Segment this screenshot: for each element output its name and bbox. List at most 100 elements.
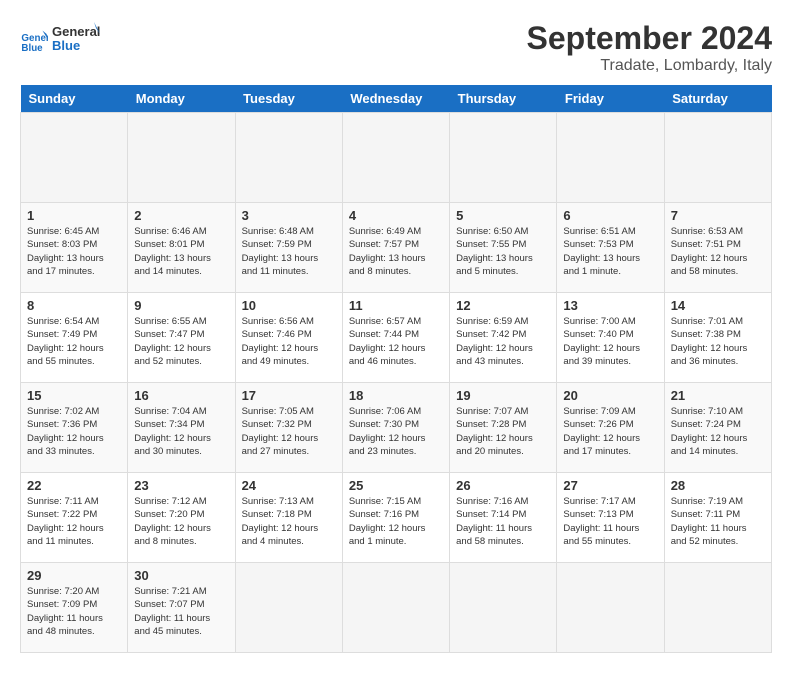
day-info: Sunrise: 6:51 AMSunset: 7:53 PMDaylight:… bbox=[563, 225, 657, 278]
table-row: 12Sunrise: 6:59 AMSunset: 7:42 PMDayligh… bbox=[450, 293, 557, 383]
day-info: Sunrise: 7:00 AMSunset: 7:40 PMDaylight:… bbox=[563, 315, 657, 368]
day-info: Sunrise: 7:05 AMSunset: 7:32 PMDaylight:… bbox=[242, 405, 336, 458]
table-row: 20 Sunrise: 7:09 AMSunset: 7:26 PMDayligh… bbox=[557, 383, 664, 473]
table-row bbox=[128, 113, 235, 203]
table-row: 8Sunrise: 6:54 AMSunset: 7:49 PMDaylight… bbox=[21, 293, 128, 383]
table-row: 30Sunrise: 7:21 AMSunset: 7:07 PMDayligh… bbox=[128, 563, 235, 653]
day-number: 20 bbox=[563, 388, 657, 403]
col-sunday: Sunday bbox=[21, 85, 128, 113]
day-number: 15 bbox=[27, 388, 121, 403]
day-info: Sunrise: 7:01 AMSunset: 7:38 PMDaylight:… bbox=[671, 315, 765, 368]
col-wednesday: Wednesday bbox=[342, 85, 449, 113]
day-info: Sunrise: 7:10 AMSunset: 7:24 PMDaylight:… bbox=[671, 405, 765, 458]
table-row bbox=[342, 563, 449, 653]
table-row bbox=[450, 563, 557, 653]
day-number: 18 bbox=[349, 388, 443, 403]
day-info: Sunrise: 7:16 AMSunset: 7:14 PMDaylight:… bbox=[456, 495, 550, 548]
day-number: 1 bbox=[27, 208, 121, 223]
table-row bbox=[557, 113, 664, 203]
logo-svg: General Blue bbox=[52, 20, 100, 62]
day-info: Sunrise: 7:19 AMSunset: 7:11 PMDaylight:… bbox=[671, 495, 765, 548]
day-number: 28 bbox=[671, 478, 765, 493]
calendar-row: 22Sunrise: 7:11 AMSunset: 7:22 PMDayligh… bbox=[21, 473, 772, 563]
day-info: Sunrise: 6:56 AMSunset: 7:46 PMDaylight:… bbox=[242, 315, 336, 368]
day-number: 17 bbox=[242, 388, 336, 403]
table-row: 27Sunrise: 7:17 AMSunset: 7:13 PMDayligh… bbox=[557, 473, 664, 563]
table-row bbox=[235, 113, 342, 203]
day-number: 25 bbox=[349, 478, 443, 493]
table-row bbox=[235, 563, 342, 653]
day-number: 10 bbox=[242, 298, 336, 313]
table-row bbox=[21, 113, 128, 203]
table-row: 25 Sunrise: 7:15 AMSunset: 7:16 PMDayligh… bbox=[342, 473, 449, 563]
location-title: Tradate, Lombardy, Italy bbox=[527, 57, 772, 75]
table-row: 16 Sunrise: 7:04 AMSunset: 7:34 PMDayligh… bbox=[128, 383, 235, 473]
day-info: Sunrise: 6:50 AMSunset: 7:55 PMDaylight:… bbox=[456, 225, 550, 278]
day-number: 22 bbox=[27, 478, 121, 493]
table-row: 4 Sunrise: 6:49 AMSunset: 7:57 PMDaylight… bbox=[342, 203, 449, 293]
day-number: 5 bbox=[456, 208, 550, 223]
svg-text:General: General bbox=[52, 24, 100, 39]
day-info: Sunrise: 7:09 AMSunset: 7:26 PMDaylight:… bbox=[563, 405, 657, 458]
logo: General Blue General Blue bbox=[20, 20, 100, 62]
header: General Blue General Blue September 2024… bbox=[20, 20, 772, 75]
day-number: 29 bbox=[27, 568, 121, 583]
day-number: 3 bbox=[242, 208, 336, 223]
title-section: September 2024 Tradate, Lombardy, Italy bbox=[527, 20, 772, 75]
day-info: Sunrise: 6:46 AMSunset: 8:01 PMDaylight:… bbox=[134, 225, 228, 278]
calendar-row: 29Sunrise: 7:20 AMSunset: 7:09 PMDayligh… bbox=[21, 563, 772, 653]
day-info: Sunrise: 6:45 AMSunset: 8:03 PMDaylight:… bbox=[27, 225, 121, 278]
svg-text:Blue: Blue bbox=[21, 43, 43, 54]
calendar-row: 15 Sunrise: 7:02 AMSunset: 7:36 PMDayligh… bbox=[21, 383, 772, 473]
calendar-row bbox=[21, 113, 772, 203]
day-number: 14 bbox=[671, 298, 765, 313]
table-row: 11Sunrise: 6:57 AMSunset: 7:44 PMDayligh… bbox=[342, 293, 449, 383]
col-saturday: Saturday bbox=[664, 85, 771, 113]
col-monday: Monday bbox=[128, 85, 235, 113]
logo-icon: General Blue bbox=[20, 27, 48, 55]
day-info: Sunrise: 7:07 AMSunset: 7:28 PMDaylight:… bbox=[456, 405, 550, 458]
day-number: 24 bbox=[242, 478, 336, 493]
table-row: 24 Sunrise: 7:13 AMSunset: 7:18 PMDayligh… bbox=[235, 473, 342, 563]
table-row: 18 Sunrise: 7:06 AMSunset: 7:30 PMDayligh… bbox=[342, 383, 449, 473]
day-number: 8 bbox=[27, 298, 121, 313]
table-row: 26 Sunrise: 7:16 AMSunset: 7:14 PMDayligh… bbox=[450, 473, 557, 563]
table-row bbox=[664, 113, 771, 203]
day-info: Sunrise: 6:57 AMSunset: 7:44 PMDaylight:… bbox=[349, 315, 443, 368]
calendar-table: Sunday Monday Tuesday Wednesday Thursday… bbox=[20, 85, 772, 653]
day-info: Sunrise: 7:04 AMSunset: 7:34 PMDaylight:… bbox=[134, 405, 228, 458]
table-row: 21Sunrise: 7:10 AMSunset: 7:24 PMDayligh… bbox=[664, 383, 771, 473]
table-row bbox=[450, 113, 557, 203]
day-info: Sunrise: 7:15 AMSunset: 7:16 PMDaylight:… bbox=[349, 495, 443, 548]
table-row: 6 Sunrise: 6:51 AMSunset: 7:53 PMDaylight… bbox=[557, 203, 664, 293]
day-info: Sunrise: 6:49 AMSunset: 7:57 PMDaylight:… bbox=[349, 225, 443, 278]
day-info: Sunrise: 7:12 AMSunset: 7:20 PMDaylight:… bbox=[134, 495, 228, 548]
day-info: Sunrise: 7:17 AMSunset: 7:13 PMDaylight:… bbox=[563, 495, 657, 548]
day-number: 6 bbox=[563, 208, 657, 223]
table-row: 22Sunrise: 7:11 AMSunset: 7:22 PMDayligh… bbox=[21, 473, 128, 563]
table-row: 28 Sunrise: 7:19 AMSunset: 7:11 PMDayligh… bbox=[664, 473, 771, 563]
table-row: 23Sunrise: 7:12 AMSunset: 7:20 PMDayligh… bbox=[128, 473, 235, 563]
col-thursday: Thursday bbox=[450, 85, 557, 113]
table-row bbox=[342, 113, 449, 203]
table-row: 15 Sunrise: 7:02 AMSunset: 7:36 PMDayligh… bbox=[21, 383, 128, 473]
day-number: 9 bbox=[134, 298, 228, 313]
day-info: Sunrise: 7:02 AMSunset: 7:36 PMDaylight:… bbox=[27, 405, 121, 458]
table-row: 7Sunrise: 6:53 AMSunset: 7:51 PMDaylight… bbox=[664, 203, 771, 293]
day-info: Sunrise: 6:59 AMSunset: 7:42 PMDaylight:… bbox=[456, 315, 550, 368]
day-info: Sunrise: 7:06 AMSunset: 7:30 PMDaylight:… bbox=[349, 405, 443, 458]
day-number: 19 bbox=[456, 388, 550, 403]
table-row: 1 Sunrise: 6:45 AMSunset: 8:03 PMDaylight… bbox=[21, 203, 128, 293]
day-number: 30 bbox=[134, 568, 228, 583]
table-row: 10 Sunrise: 6:56 AMSunset: 7:46 PMDayligh… bbox=[235, 293, 342, 383]
month-title: September 2024 bbox=[527, 20, 772, 57]
day-info: Sunrise: 6:55 AMSunset: 7:47 PMDaylight:… bbox=[134, 315, 228, 368]
table-row bbox=[557, 563, 664, 653]
table-row: 13Sunrise: 7:00 AMSunset: 7:40 PMDayligh… bbox=[557, 293, 664, 383]
day-number: 4 bbox=[349, 208, 443, 223]
day-number: 7 bbox=[671, 208, 765, 223]
day-number: 26 bbox=[456, 478, 550, 493]
col-tuesday: Tuesday bbox=[235, 85, 342, 113]
day-number: 16 bbox=[134, 388, 228, 403]
day-info: Sunrise: 7:13 AMSunset: 7:18 PMDaylight:… bbox=[242, 495, 336, 548]
